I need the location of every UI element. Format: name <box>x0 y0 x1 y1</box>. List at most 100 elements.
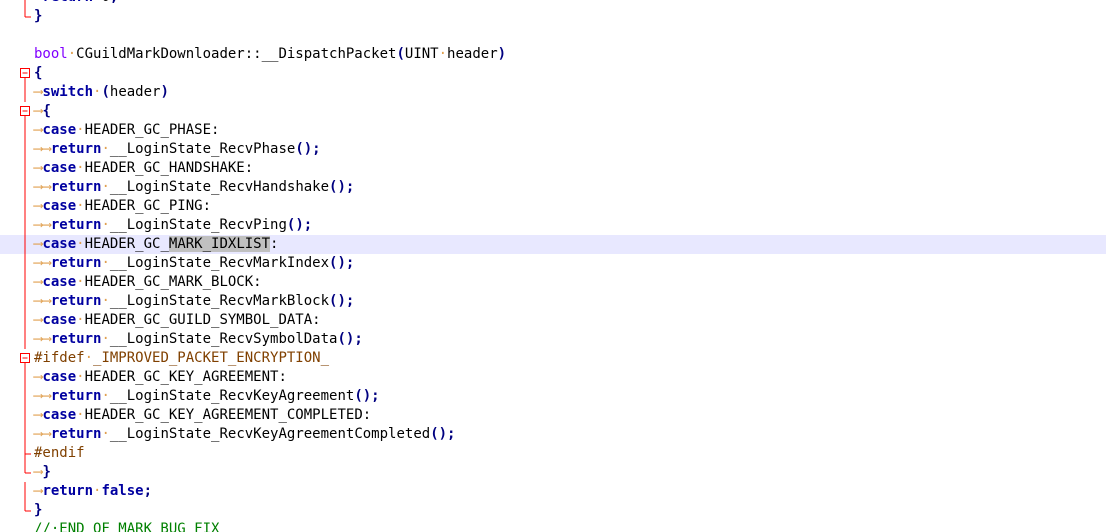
fold-collapse-icon[interactable] <box>0 349 32 368</box>
fold-margin <box>0 216 32 235</box>
code-text: ⟶⟶return·__LoginState_RecvPhase(); <box>34 140 321 159</box>
tab-arrow-icon: ⟶ <box>42 293 51 309</box>
fold-margin <box>0 197 32 216</box>
tab-arrow-icon: ⟶ <box>42 217 51 233</box>
code-text: ⟶return·0; <box>34 0 118 7</box>
identifier-token: __LoginState_RecvKeyAgreement <box>109 388 355 404</box>
operator-token: { <box>34 65 43 81</box>
code-line[interactable]: ⟶case·HEADER_GC_KEY_AGREEMENT: <box>0 368 1106 387</box>
whitespace-marker: · <box>76 236 85 252</box>
code-line[interactable]: ⟶case·HEADER_GC_MARK_BLOCK: <box>0 273 1106 292</box>
fold-margin <box>0 368 32 387</box>
identifier-token: HEADER_GC_GUILD_SYMBOL_DATA: <box>84 312 321 328</box>
code-line[interactable]: ⟶⟶return·__LoginState_RecvMarkIndex(); <box>0 254 1106 273</box>
fold-margin <box>0 330 32 349</box>
operator-token: (); <box>329 255 355 271</box>
fold-margin <box>0 520 32 532</box>
code-text: ⟶⟶return·__LoginState_RecvHandshake(); <box>34 178 354 197</box>
operator-token: (); <box>329 293 355 309</box>
code-text: //·END_OF_MARK_BUG_FIX <box>34 520 219 532</box>
code-line[interactable]: ⟶case·HEADER_GC_GUILD_SYMBOL_DATA: <box>0 311 1106 330</box>
fold-margin <box>0 444 32 463</box>
whitespace-marker: · <box>101 426 110 442</box>
fold-margin <box>0 292 32 311</box>
identifier-token: UINT <box>404 46 439 62</box>
preprocessor-token: #ifdef <box>34 350 85 366</box>
code-editor[interactable]: ⟶return·0;}bool·CGuildMarkDownloader::__… <box>0 0 1106 532</box>
fold-margin <box>0 26 32 45</box>
code-line[interactable]: ⟶⟶return·__LoginState_RecvKeyAgreementCo… <box>0 425 1106 444</box>
code-line[interactable]: bool·CGuildMarkDownloader::__DispatchPac… <box>0 45 1106 64</box>
fold-margin <box>0 425 32 444</box>
identifier-token: HEADER_GC_KEY_AGREEMENT: <box>84 369 287 385</box>
current-code-line[interactable]: ⟶case·HEADER_GC_MARK_IDXLIST: <box>0 235 1106 254</box>
code-line[interactable]: #ifdef·_IMPROVED_PACKET_ENCRYPTION_ <box>0 349 1106 368</box>
tab-arrow-icon: ⟶ <box>42 388 51 404</box>
code-text: ⟶case·HEADER_GC_HANDSHAKE: <box>34 159 253 178</box>
tab-arrow-icon: ⟶ <box>42 331 51 347</box>
code-line[interactable]: ⟶} <box>0 463 1106 482</box>
code-line[interactable]: ⟶⟶return·__LoginState_RecvKeyAgreement()… <box>0 387 1106 406</box>
whitespace-marker: · <box>76 122 85 138</box>
whitespace-marker: · <box>76 274 85 290</box>
keyword-token: return <box>50 388 102 404</box>
identifier-token: __LoginState_RecvHandshake <box>109 179 330 195</box>
code-line[interactable]: ⟶switch·(header) <box>0 83 1106 102</box>
code-line[interactable]: //·END_OF_MARK_BUG_FIX <box>0 520 1106 532</box>
identifier-token: header <box>109 84 161 100</box>
identifier-token: HEADER_GC_HANDSHAKE: <box>84 160 254 176</box>
code-text: ⟶⟶return·__LoginState_RecvSymbolData(); <box>34 330 363 349</box>
operator-token: (); <box>354 388 380 404</box>
keyword-token: switch <box>42 84 94 100</box>
identifier-token: 0 <box>101 0 109 5</box>
keyword-token: return <box>50 179 102 195</box>
code-line[interactable]: ⟶⟶return·__LoginState_RecvPing(); <box>0 216 1106 235</box>
code-line[interactable]: ⟶case·HEADER_GC_KEY_AGREEMENT_COMPLETED: <box>0 406 1106 425</box>
keyword-token: return <box>50 293 102 309</box>
code-line[interactable]: ⟶return·false; <box>0 482 1106 501</box>
code-line[interactable]: ⟶⟶return·__LoginState_RecvMarkBlock(); <box>0 292 1106 311</box>
fold-margin <box>0 254 32 273</box>
code-line[interactable]: } <box>0 7 1106 26</box>
code-text: ⟶return·false; <box>34 482 152 501</box>
code-line[interactable]: ⟶case·HEADER_GC_PING: <box>0 197 1106 216</box>
identifier-token: __LoginState_RecvPing <box>109 217 287 233</box>
code-line[interactable]: ⟶⟶return·__LoginState_RecvHandshake(); <box>0 178 1106 197</box>
code-line[interactable] <box>0 26 1106 45</box>
operator-token: } <box>34 502 43 518</box>
whitespace-marker: · <box>84 350 94 366</box>
code-line[interactable]: ⟶⟶return·__LoginState_RecvPhase(); <box>0 140 1106 159</box>
operator-token: ; <box>110 0 118 5</box>
keyword-token: case <box>42 122 77 138</box>
code-line[interactable]: ⟶{ <box>0 102 1106 121</box>
code-line[interactable]: ⟶return·0; <box>0 0 1106 7</box>
code-line[interactable]: ⟶⟶return·__LoginState_RecvSymbolData(); <box>0 330 1106 349</box>
whitespace-marker: · <box>101 331 110 347</box>
identifier-token: : <box>270 236 279 252</box>
code-line[interactable]: #endif <box>0 444 1106 463</box>
fold-collapse-icon[interactable] <box>0 102 32 121</box>
code-text: ⟶{ <box>34 102 51 121</box>
keyword-token: case <box>42 160 77 176</box>
code-line[interactable]: ⟶case·HEADER_GC_PHASE: <box>0 121 1106 140</box>
code-text: { <box>34 64 42 83</box>
operator-token: ) <box>160 84 169 100</box>
operator-token: (); <box>286 217 313 233</box>
keyword-token: case <box>42 236 77 252</box>
code-line[interactable]: } <box>0 501 1106 520</box>
code-text: ⟶case·HEADER_GC_KEY_AGREEMENT: <box>34 368 287 387</box>
identifier-token: HEADER_GC_PHASE: <box>84 122 220 138</box>
fold-margin <box>0 140 32 159</box>
code-text: ⟶} <box>34 463 51 482</box>
fold-margin <box>0 7 32 26</box>
keyword-token: return <box>42 483 94 499</box>
fold-margin <box>0 482 32 501</box>
fold-collapse-icon[interactable] <box>0 64 32 83</box>
identifier-token: CGuildMarkDownloader::__DispatchPacket <box>76 46 397 62</box>
code-line[interactable]: { <box>0 64 1106 83</box>
whitespace-marker: · <box>76 407 85 423</box>
code-line[interactable]: ⟶case·HEADER_GC_HANDSHAKE: <box>0 159 1106 178</box>
fold-margin <box>0 159 32 178</box>
keyword-token: case <box>42 407 77 423</box>
operator-token: { <box>42 103 51 119</box>
